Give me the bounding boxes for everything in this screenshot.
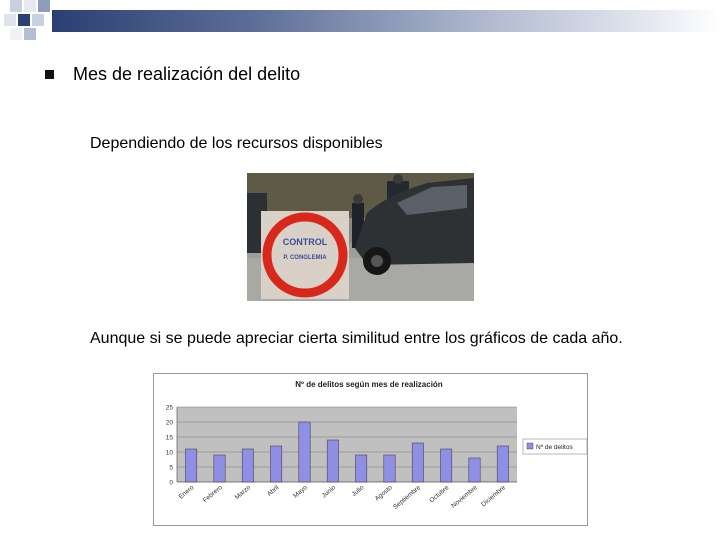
header-square bbox=[18, 14, 30, 26]
x-tick-label: Octubre bbox=[428, 484, 451, 504]
bar bbox=[468, 457, 481, 483]
header-square bbox=[10, 0, 22, 12]
subtext-similarity: Aunque si se puede apreciar cierta simil… bbox=[90, 330, 623, 347]
x-tick-label: Abril bbox=[266, 484, 281, 498]
bar bbox=[298, 421, 311, 483]
header-gradient-bar bbox=[52, 10, 720, 32]
bar-chart: Nº de delitos según mes de realización 0… bbox=[166, 380, 587, 511]
legend-label: Nº de delitos bbox=[536, 444, 573, 451]
x-tick-label: Junio bbox=[321, 484, 338, 500]
plot-area bbox=[177, 407, 517, 482]
x-tick-label: Noviembre bbox=[450, 484, 479, 510]
photo-sign-text-2: P. CONGLEMIA bbox=[283, 255, 327, 261]
bar bbox=[355, 454, 368, 483]
subtext-resources: Dependiendo de los recursos disponibles bbox=[90, 135, 383, 152]
y-tick-label: 5 bbox=[169, 465, 173, 472]
header-square bbox=[24, 0, 36, 12]
x-tick-label: Febrero bbox=[202, 484, 224, 504]
chart-title: Nº de delitos según mes de realización bbox=[295, 380, 443, 389]
header-square bbox=[10, 28, 22, 40]
bar bbox=[270, 445, 283, 483]
y-tick-label: 20 bbox=[166, 420, 174, 427]
x-tick-label: Julio bbox=[351, 484, 366, 498]
slide-header-decoration bbox=[0, 0, 720, 45]
bar bbox=[411, 442, 424, 483]
x-tick-label: Septiembre bbox=[392, 484, 422, 511]
bar bbox=[241, 448, 254, 483]
bar bbox=[326, 439, 339, 483]
x-tick-label: Marzo bbox=[234, 484, 253, 501]
photo-sign-text-1: CONTROL bbox=[283, 237, 328, 247]
bullet-square bbox=[45, 70, 54, 79]
header-square bbox=[38, 0, 50, 12]
bar bbox=[383, 454, 396, 483]
photo-illustration: CONTROL P. CONGLEMIA bbox=[247, 173, 474, 301]
x-tick-label: Mayo bbox=[292, 484, 309, 500]
y-tick-label: 15 bbox=[166, 435, 174, 442]
bar bbox=[440, 448, 453, 483]
main-bullet-text: Mes de realización del delito bbox=[73, 64, 301, 84]
header-square bbox=[4, 14, 16, 26]
header-square bbox=[32, 14, 44, 26]
legend-swatch bbox=[526, 442, 534, 450]
x-tick-label: Agosto bbox=[374, 484, 394, 503]
bar-chart-panel: Nº de delitos según mes de realización 0… bbox=[153, 373, 588, 526]
y-tick-label: 0 bbox=[169, 480, 173, 487]
y-tick-label: 10 bbox=[166, 450, 174, 457]
police-checkpoint-photo: CONTROL P. CONGLEMIA bbox=[247, 173, 474, 301]
y-tick-label: 25 bbox=[166, 405, 174, 412]
x-tick-label: Diciembre bbox=[480, 484, 507, 508]
bar bbox=[496, 445, 509, 483]
header-square bbox=[24, 28, 36, 40]
bar bbox=[185, 448, 198, 483]
bar bbox=[213, 454, 226, 483]
x-tick-label: Enero bbox=[178, 484, 196, 501]
chart-legend: Nº de delitos bbox=[522, 438, 587, 455]
